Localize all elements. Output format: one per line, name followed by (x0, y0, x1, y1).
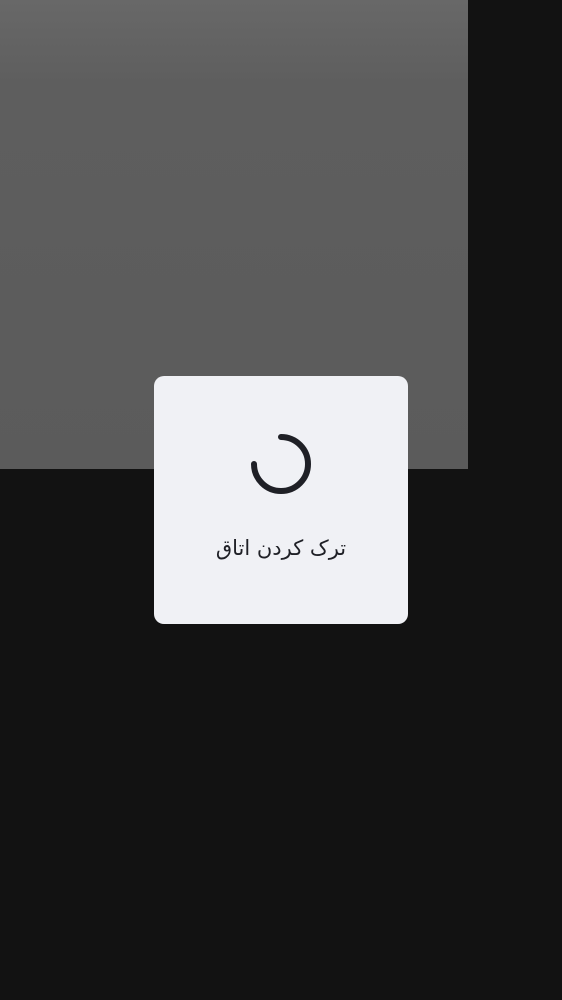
leaving-room-label: ترک کردن اتاق (215, 536, 347, 560)
leaving-room-dialog: ترک کردن اتاق (154, 376, 408, 624)
app-screen: ترک کردن اتاق (0, 0, 562, 1000)
loading-spinner-icon (249, 432, 313, 496)
